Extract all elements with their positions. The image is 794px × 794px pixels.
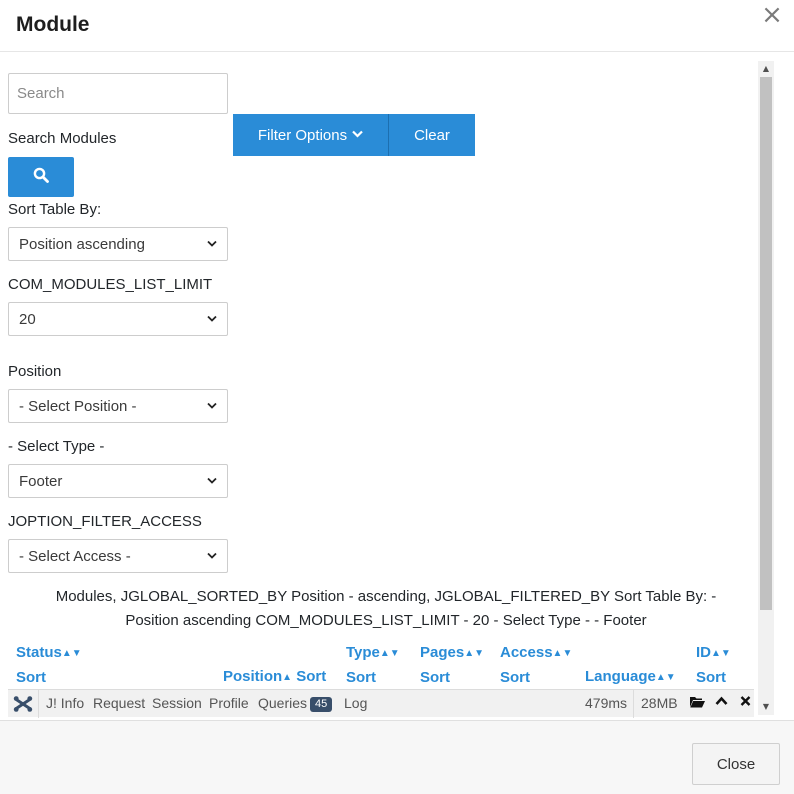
column-header-type[interactable]: Type▲▼ Sort (346, 641, 400, 690)
limit-label: COM_MODULES_LIST_LIMIT (8, 276, 213, 293)
position-select-value: - Select Position - (19, 397, 137, 415)
sort-link: Sort (696, 669, 726, 686)
column-header-label: Access (500, 644, 553, 661)
chevron-up-icon[interactable] (715, 695, 728, 711)
sort-select[interactable]: Position ascending (8, 227, 228, 261)
clear-button[interactable]: Clear (389, 114, 475, 156)
limit-select[interactable]: 20 (8, 302, 228, 336)
sort-icon: ▲▼ (711, 648, 731, 659)
debug-tab-profile[interactable]: Profile (209, 695, 249, 711)
debug-tab-queries-label: Queries (258, 695, 308, 711)
chevron-down-icon (207, 239, 217, 250)
access-select[interactable]: - Select Access - (8, 539, 228, 573)
access-label: JOPTION_FILTER_ACCESS (8, 513, 202, 530)
type-select-value: Footer (19, 472, 63, 490)
column-header-label: Position (223, 668, 283, 685)
filter-options-button[interactable]: Filter Options (233, 114, 389, 156)
access-select-value: - Select Access - (19, 547, 131, 565)
modal-title: Module (16, 13, 90, 36)
column-header-position[interactable]: Position▲ Sort (223, 665, 326, 690)
column-header-label: Status (16, 644, 62, 661)
filter-options-label: Filter Options (257, 126, 348, 144)
scrollbar[interactable]: ▲ ▼ (758, 61, 774, 715)
debug-tab-log[interactable]: Log (344, 695, 367, 711)
queries-count-badge: 45 (310, 697, 333, 712)
chevron-down-icon (352, 129, 363, 141)
debug-tab-session[interactable]: Session (152, 695, 202, 711)
column-header-label: Pages (420, 644, 465, 661)
folder-open-icon[interactable] (690, 696, 705, 712)
debug-tab-request[interactable]: Request (93, 695, 145, 711)
sort-link: Sort (420, 669, 450, 686)
scroll-up-icon[interactable]: ▲ (758, 61, 774, 77)
chevron-down-icon (207, 476, 217, 487)
joomla-logo-icon[interactable] (10, 692, 36, 716)
column-header-id[interactable]: ID▲▼ Sort (696, 641, 731, 690)
debug-tab-info[interactable]: J! Info (46, 695, 84, 711)
debug-time: 479ms (585, 695, 628, 711)
column-header-pages[interactable]: Pages▲▼ Sort (420, 641, 484, 690)
chevron-down-icon (207, 314, 217, 325)
sort-icon: ▲▼ (552, 648, 573, 659)
close-icon[interactable] (740, 695, 751, 711)
modal-footer: Close (0, 720, 794, 794)
sort-icon: ▲▼ (464, 648, 484, 659)
search-icon (33, 167, 49, 187)
debug-tab-queries[interactable]: Queries 45 (258, 695, 333, 712)
limit-select-value: 20 (19, 310, 36, 328)
column-header-access[interactable]: Access▲▼ Sort (500, 641, 572, 690)
sort-link: Sort (500, 669, 530, 686)
sort-icon: ▲▼ (379, 648, 400, 659)
sort-select-value: Position ascending (19, 235, 145, 253)
close-icon[interactable]: × (758, 2, 786, 30)
column-header-label: Language (585, 668, 656, 685)
sort-icon: ▲▼ (61, 648, 82, 659)
debug-memory: 28MB (641, 695, 678, 711)
sort-link: Sort (346, 669, 376, 686)
sort-label: Sort Table By: (8, 201, 102, 218)
column-header-status[interactable]: Status▲▼ Sort (16, 641, 82, 690)
column-header-label: ID (696, 644, 711, 661)
column-header-label: Type (346, 644, 380, 661)
column-header-language[interactable]: Language▲▼ (585, 665, 676, 690)
close-button[interactable]: Close (692, 743, 780, 785)
type-label: - Select Type - (8, 438, 105, 455)
divider (633, 690, 634, 718)
modal-header: Module × (0, 0, 794, 52)
sort-ascending-icon: ▲ (282, 672, 293, 683)
search-label: Search Modules (8, 130, 117, 147)
scroll-down-icon[interactable]: ▼ (758, 699, 774, 715)
chevron-down-icon (207, 551, 217, 562)
modal-body: Filter Options Clear Search Modules Sort… (0, 53, 794, 719)
sort-icon: ▲▼ (655, 672, 676, 683)
table-summary: Modules, JGLOBAL_SORTED_BY Position - as… (55, 588, 717, 629)
sort-link: Sort (296, 668, 327, 685)
chevron-down-icon (207, 401, 217, 412)
position-label: Position (8, 363, 62, 380)
scrollbar-thumb[interactable] (760, 77, 772, 610)
sort-link: Sort (16, 669, 46, 686)
position-select[interactable]: - Select Position - (8, 389, 228, 423)
debug-bar: J! Info Request Session Profile Queries 4… (8, 689, 754, 718)
search-button[interactable] (8, 157, 74, 197)
divider (38, 690, 39, 718)
type-select[interactable]: Footer (8, 464, 228, 498)
search-input[interactable] (8, 73, 228, 114)
